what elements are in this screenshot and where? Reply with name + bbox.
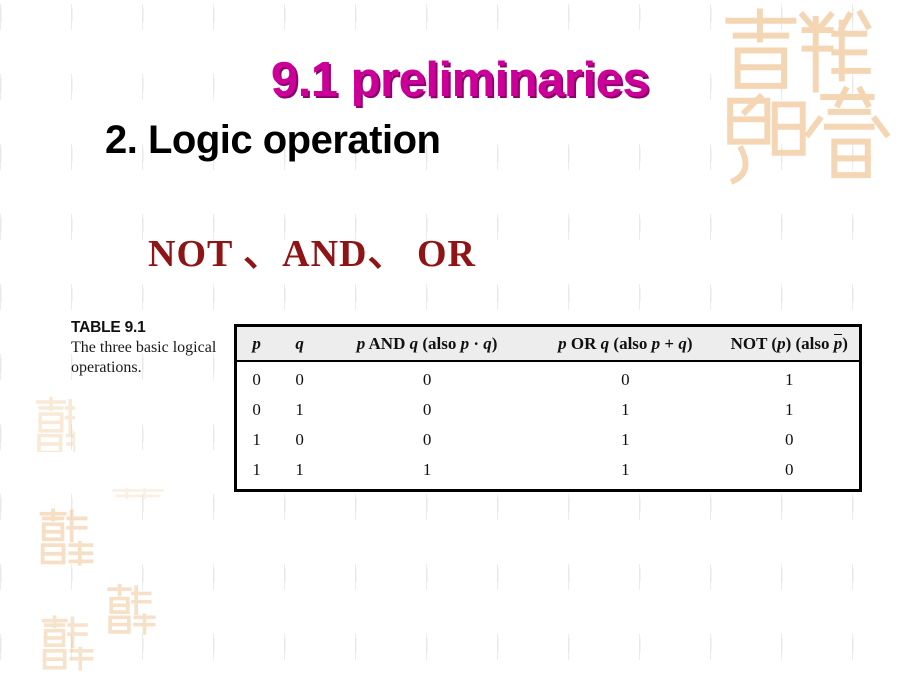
table-cell-q: 1: [276, 455, 324, 489]
table-cell-q: 1: [276, 395, 324, 425]
table-cell-and: 1: [323, 455, 532, 489]
table-cell-and: 0: [323, 361, 532, 395]
table-caption-description: The three basic logical operations.: [71, 339, 217, 376]
truth-table-header: p q p AND q (also p · q) p OR q (also p …: [237, 327, 859, 362]
header-cell-not: NOT (p) (also p): [719, 327, 859, 362]
table-header-row: p q p AND q (also p · q) p OR q (also p …: [237, 327, 859, 362]
seal-watermark-mid-left: [33, 396, 75, 452]
table-cell-or: 1: [531, 425, 720, 455]
page-title: 9.1 preliminaries: [270, 53, 650, 107]
table-cell-or: 1: [531, 455, 720, 489]
seal-watermark-lower-left-3: [40, 615, 96, 671]
header-cell-p: p: [237, 327, 277, 362]
table-cell-q: 0: [276, 425, 324, 455]
truth-table-body: 00001010111001011110: [237, 361, 859, 489]
seal-watermark-lower-left-2: [106, 583, 158, 635]
table-row: 10010: [237, 425, 859, 455]
section-subtitle: 2. Logic operation: [105, 118, 441, 162]
seal-watermark-strip: [110, 487, 166, 501]
slide-canvas: 9.1 preliminaries 2. Logic operation NOT…: [0, 0, 920, 690]
logic-operations-list: NOT 、AND、 OR: [148, 233, 476, 275]
table-cell-q: 0: [276, 361, 324, 395]
table-cell-p: 1: [237, 425, 277, 455]
header-cell-q: q: [276, 327, 324, 362]
table-cell-or: 0: [531, 361, 720, 395]
table-caption-label: TABLE 9.1: [71, 319, 146, 336]
table-row: 11110: [237, 455, 859, 489]
table-cell-p: 0: [237, 395, 277, 425]
truth-table-container: p q p AND q (also p · q) p OR q (also p …: [234, 324, 862, 492]
table-cell-not: 1: [719, 361, 859, 395]
table-cell-and: 0: [323, 395, 532, 425]
table-cell-not: 0: [719, 455, 859, 489]
seal-watermark-lower-left-1: [38, 508, 96, 566]
table-cell-p: 1: [237, 455, 277, 489]
table-caption: TABLE 9.1 The three basic logical operat…: [71, 319, 226, 378]
table-cell-not: 0: [719, 425, 859, 455]
header-cell-and: p AND q (also p · q): [323, 327, 532, 362]
table-row: 01011: [237, 395, 859, 425]
table-cell-p: 0: [237, 361, 277, 395]
truth-table: p q p AND q (also p · q) p OR q (also p …: [237, 327, 859, 489]
table-row: 00001: [237, 361, 859, 395]
table-cell-and: 0: [323, 425, 532, 455]
table-cell-or: 1: [531, 395, 720, 425]
table-cell-not: 1: [719, 395, 859, 425]
header-cell-or: p OR q (also p + q): [531, 327, 720, 362]
